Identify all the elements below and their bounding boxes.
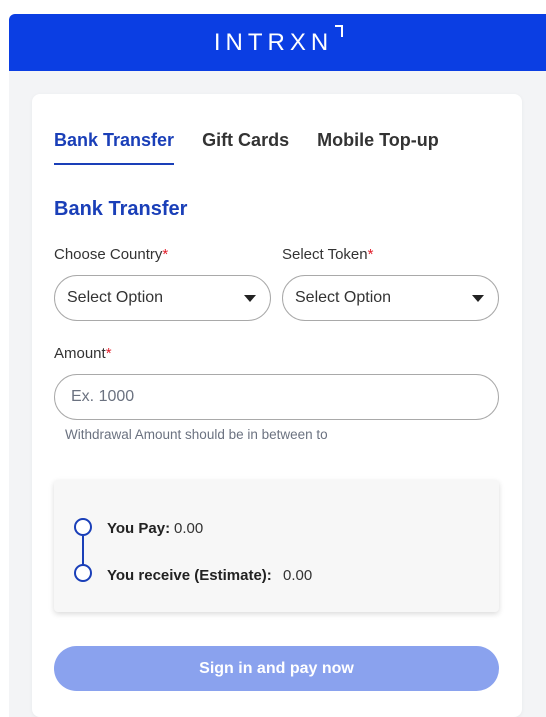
logo-text: INTRXN	[213, 28, 334, 56]
amount-hint: Withdrawal Amount should be in between t…	[65, 427, 328, 442]
section-title: Bank Transfer	[54, 198, 188, 220]
amount-label: Amount*	[54, 345, 112, 362]
you-pay-value: 0.00	[174, 520, 204, 537]
country-label: Choose Country*	[54, 246, 168, 263]
payment-card: Bank Transfer Gift Cards Mobile Top-up B…	[32, 94, 522, 717]
chevron-down-icon	[244, 294, 256, 302]
payment-summary: You Pay: 0.00 You receive (Estimate): 0.…	[54, 480, 499, 612]
tab-mobile-top-up[interactable]: Mobile Top-up	[317, 130, 439, 165]
token-select-value: Select Option	[295, 289, 392, 306]
you-pay-label: You Pay:	[107, 520, 171, 537]
you-receive-value: 0.00	[283, 567, 313, 584]
amount-label-text: Amount	[54, 345, 106, 362]
token-label-text: Select Token	[282, 246, 368, 263]
timeline-dot-icon	[74, 518, 92, 536]
amount-input[interactable]	[54, 374, 499, 420]
intrxn-logo[interactable]: INTRXN	[213, 24, 344, 57]
token-select[interactable]: Select Option	[282, 275, 499, 321]
country-select[interactable]: Select Option	[54, 275, 271, 321]
you-receive-label: You receive (Estimate):	[107, 567, 272, 584]
timeline-dot-icon	[74, 564, 92, 582]
required-mark: *	[105, 345, 112, 362]
tab-gift-cards[interactable]: Gift Cards	[202, 130, 289, 165]
required-mark: *	[162, 246, 169, 263]
country-label-text: Choose Country	[54, 246, 163, 263]
tab-bar: Bank Transfer Gift Cards Mobile Top-up	[54, 130, 439, 165]
required-mark: *	[367, 246, 374, 263]
country-select-value: Select Option	[67, 289, 164, 306]
tab-bank-transfer[interactable]: Bank Transfer	[54, 130, 175, 165]
logo-corner-icon	[335, 24, 344, 37]
chevron-down-icon	[472, 294, 484, 302]
app-header: INTRXN	[9, 14, 546, 71]
timeline-connector	[82, 536, 84, 566]
token-label: Select Token*	[282, 246, 373, 263]
sign-in-pay-button[interactable]: Sign in and pay now	[54, 646, 499, 691]
